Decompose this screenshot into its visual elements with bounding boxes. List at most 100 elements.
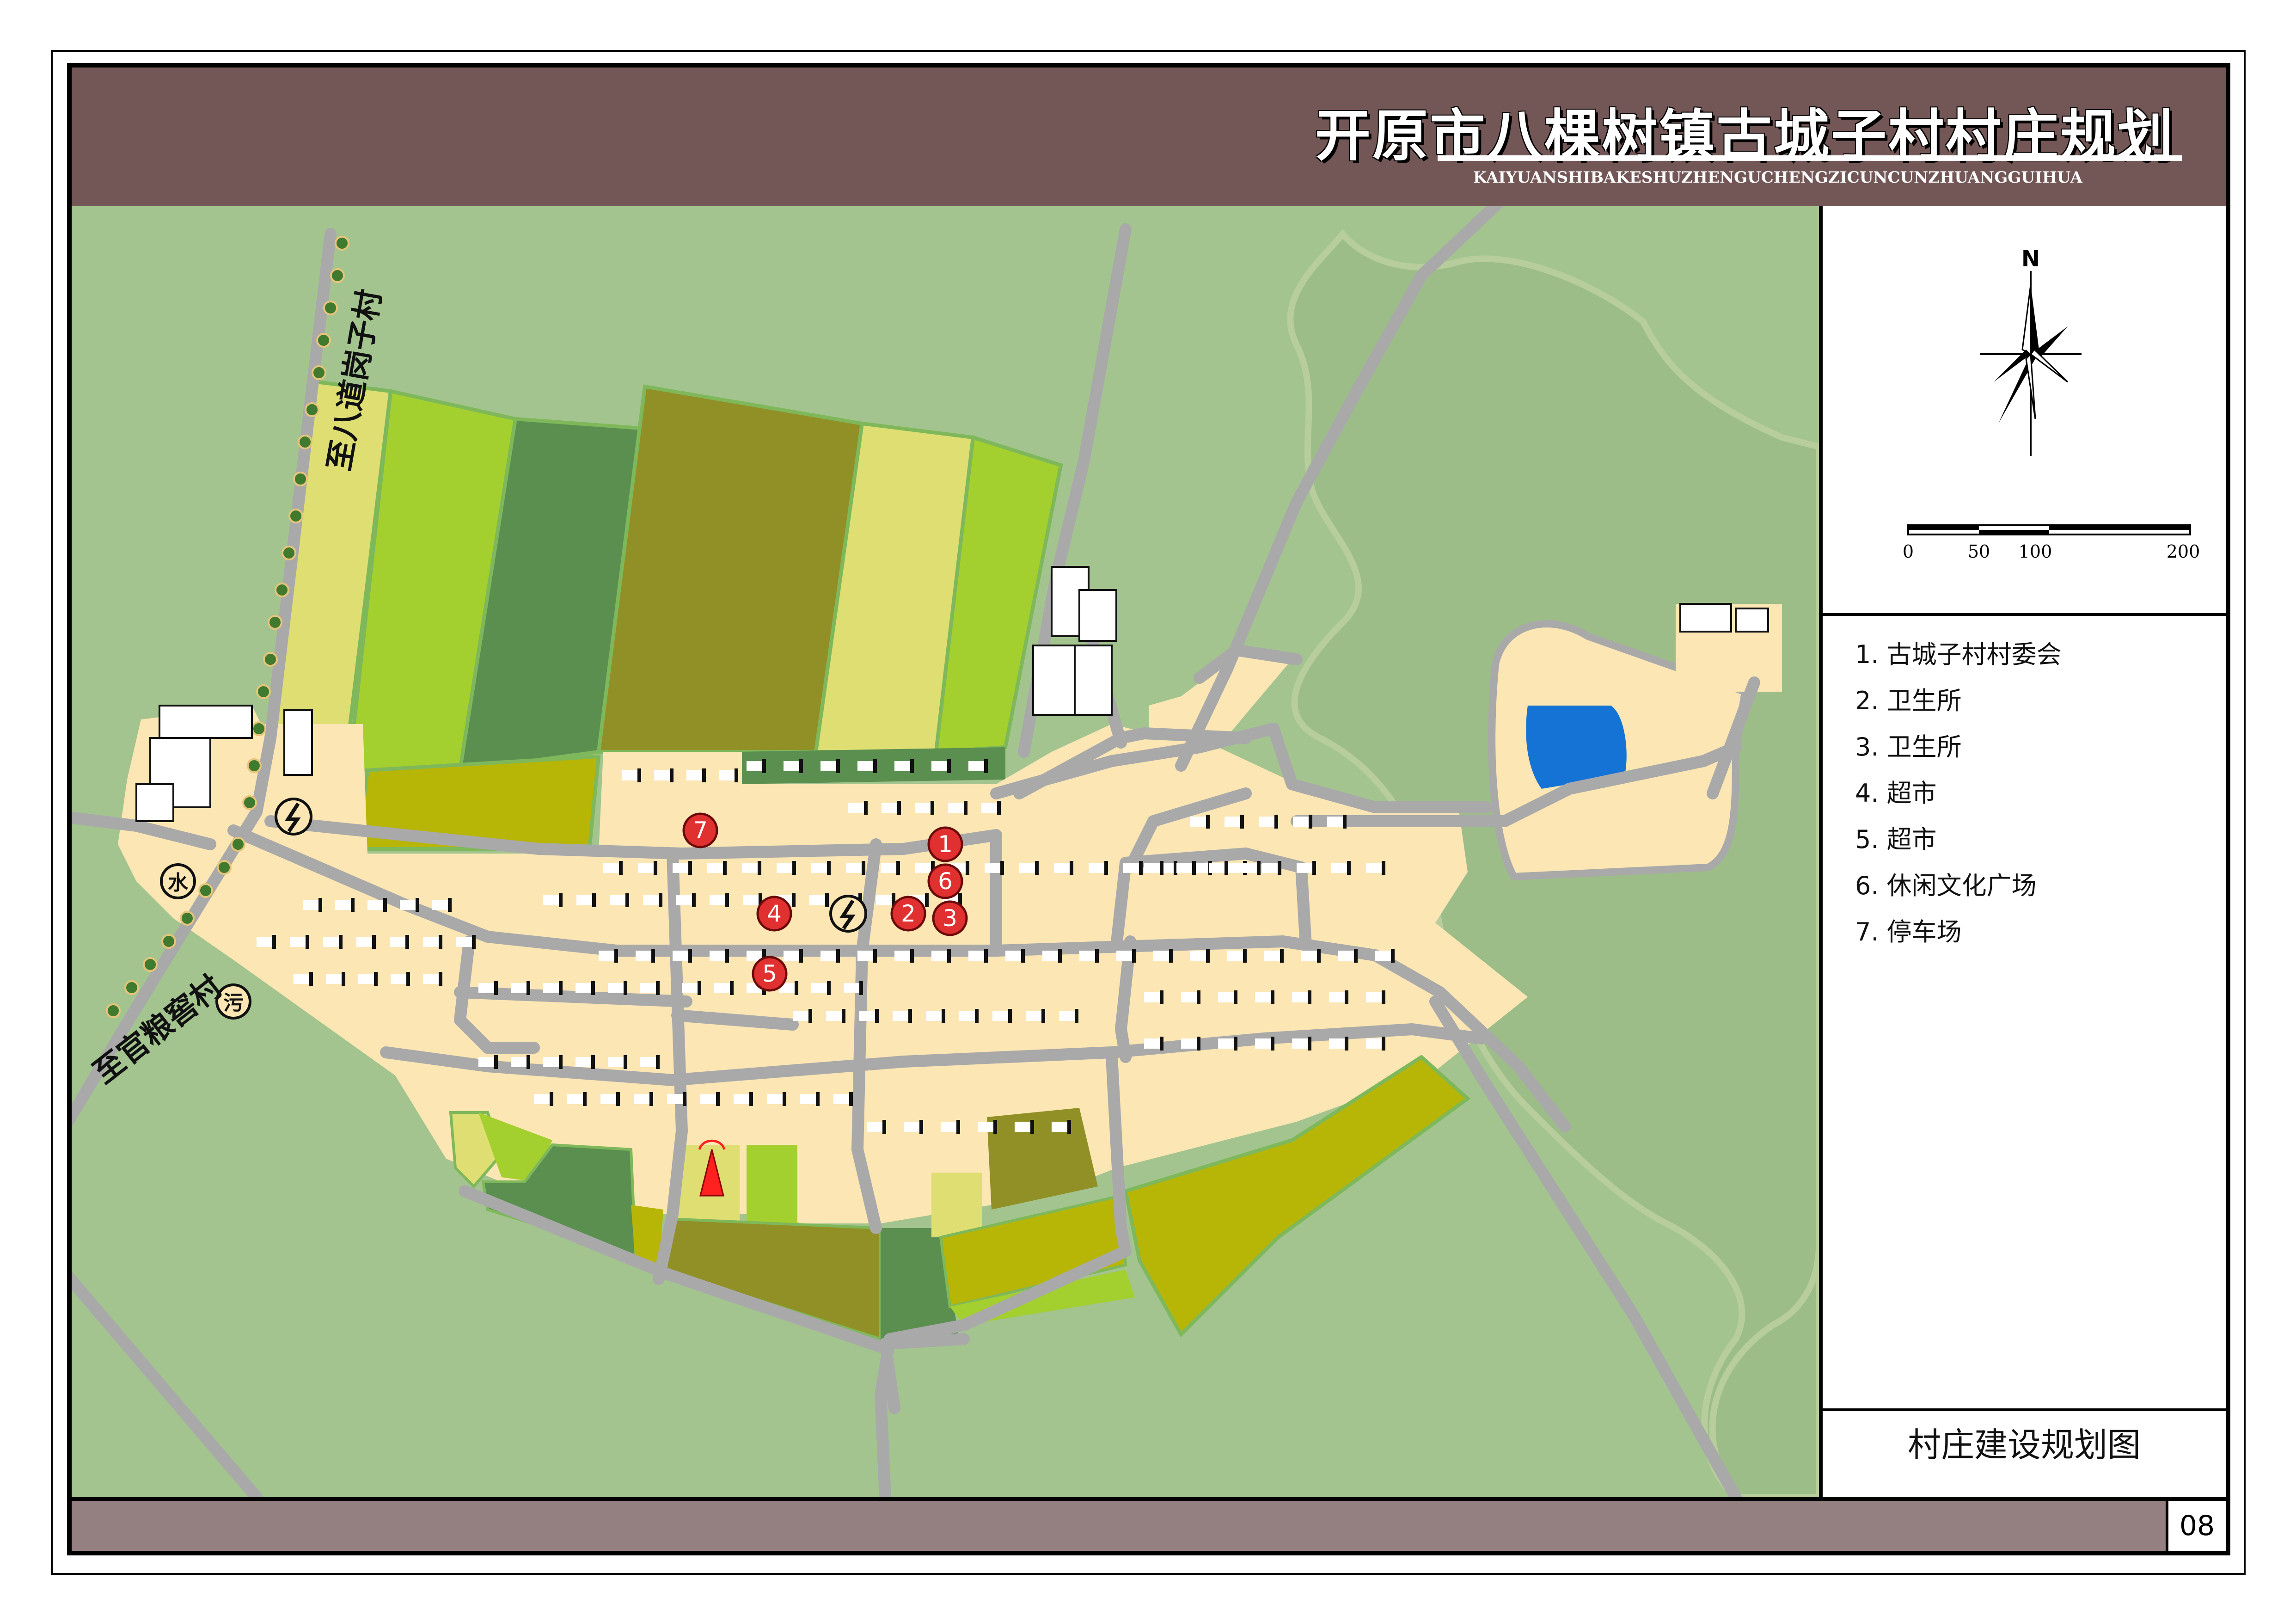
house-shadow bbox=[1343, 815, 1347, 829]
house-shadow bbox=[1021, 949, 1025, 963]
legend-item: 3. 卫生所 bbox=[1855, 732, 1962, 762]
title-underline bbox=[1438, 155, 2182, 161]
house-shadow bbox=[859, 981, 863, 995]
legend-item: 2. 卫生所 bbox=[1855, 686, 1962, 715]
house-shadow bbox=[416, 898, 419, 912]
house-shadow bbox=[550, 1092, 553, 1106]
house-shadow bbox=[439, 972, 442, 986]
house-shadow bbox=[762, 759, 766, 773]
house-shadow bbox=[698, 981, 701, 995]
house-shadow bbox=[306, 935, 309, 949]
house-shadow bbox=[827, 861, 831, 875]
legend-item: 5. 超市 bbox=[1855, 825, 1937, 854]
house-shadow bbox=[527, 1055, 530, 1069]
house-shadow bbox=[1206, 815, 1210, 829]
north-arrow-icon: N bbox=[1980, 246, 2082, 456]
house-shadow bbox=[527, 981, 530, 995]
house-shadow bbox=[827, 981, 831, 995]
house-shadow bbox=[318, 898, 322, 912]
house-shadow bbox=[931, 801, 934, 815]
house-shadow bbox=[1308, 990, 1311, 1004]
house-shadow bbox=[947, 949, 951, 963]
house-shadow bbox=[1075, 1009, 1078, 1023]
house-shadow bbox=[919, 1120, 923, 1134]
legend-item: 6. 休闲文化广场 bbox=[1855, 871, 2037, 900]
house-shadow bbox=[1274, 815, 1278, 829]
house-shadow bbox=[725, 893, 729, 907]
house-shadow bbox=[494, 981, 498, 995]
house-shadow bbox=[688, 949, 692, 963]
house-shadow bbox=[656, 981, 660, 995]
house-shadow bbox=[1354, 949, 1358, 963]
house-shadow bbox=[614, 949, 618, 963]
house-shadow bbox=[659, 893, 662, 907]
house-shadow bbox=[758, 861, 761, 875]
house-shadow bbox=[873, 759, 877, 773]
house-shadow bbox=[1030, 1120, 1034, 1134]
house-shadow bbox=[1257, 861, 1261, 875]
house-shadow bbox=[1278, 861, 1281, 875]
house-shadow bbox=[625, 893, 629, 907]
sidebar-panel: N 0 50 100 200 1. 古城子村村委会 2. 卫生所 3. 卫生所 … bbox=[1819, 206, 2226, 1497]
house-shadow bbox=[882, 1120, 886, 1134]
house-shadow bbox=[816, 1092, 820, 1106]
house-shadow bbox=[656, 1055, 660, 1069]
page-subtitle: KAIYUANSHIBAKESHUZHENGUCHENGZICUNCUNZHUA… bbox=[1473, 168, 2082, 187]
house-shadow bbox=[272, 935, 276, 949]
house-shadow bbox=[825, 893, 829, 907]
house-shadow bbox=[439, 935, 442, 949]
legend-list: 1. 古城子村村委会 2. 卫生所 3. 卫生所 4. 超市 5. 超市 6. … bbox=[1855, 632, 2062, 955]
house-shadow bbox=[984, 759, 988, 773]
poi-marker-number: 6 bbox=[938, 868, 953, 895]
house-shadow bbox=[1192, 861, 1196, 875]
house-shadow bbox=[964, 801, 967, 815]
house-shadow bbox=[637, 768, 641, 782]
house-shadow bbox=[792, 861, 796, 875]
house-shadow bbox=[1345, 1037, 1348, 1051]
poi-marker-number: 1 bbox=[938, 831, 953, 858]
house-shadow bbox=[808, 1009, 812, 1023]
house-shadow bbox=[1347, 861, 1351, 875]
house-shadow bbox=[1160, 990, 1163, 1004]
house-shadow bbox=[1280, 949, 1284, 963]
house-shadow bbox=[966, 861, 969, 875]
house-shadow bbox=[649, 1092, 653, 1106]
house-shadow bbox=[783, 1092, 786, 1106]
house-shadow bbox=[873, 949, 877, 963]
house-shadow bbox=[1243, 949, 1247, 963]
house-shadow bbox=[896, 861, 900, 875]
house-shadow bbox=[1308, 1037, 1311, 1051]
house-shadow bbox=[725, 949, 729, 963]
house-shadow bbox=[654, 861, 657, 875]
house-shadow bbox=[702, 768, 706, 782]
page-number: 08 bbox=[2166, 1501, 2226, 1551]
house-shadow bbox=[374, 972, 378, 986]
house-shadow bbox=[1104, 861, 1108, 875]
water-plant-icon: 水 bbox=[160, 863, 196, 899]
house-shadow bbox=[1317, 949, 1321, 963]
poi-marker-number: 5 bbox=[762, 960, 777, 987]
house-shadow bbox=[1234, 990, 1237, 1004]
scale-label: 100 bbox=[2019, 541, 2052, 562]
house-shadow bbox=[1070, 861, 1073, 875]
house-shadow bbox=[1139, 861, 1143, 875]
house-shadow bbox=[342, 972, 345, 986]
house-shadow bbox=[559, 1055, 563, 1069]
legend-item: 7. 停车场 bbox=[1855, 917, 1962, 946]
house-shadow bbox=[984, 949, 988, 963]
house-shadow bbox=[799, 759, 803, 773]
house-shadow bbox=[836, 759, 840, 773]
legend-item: 1. 古城子村村委会 bbox=[1855, 640, 2062, 669]
house-shadow bbox=[624, 981, 627, 995]
map-canvas[interactable]: 水 污 至八道岗子村 至官粮窖村 1234567 bbox=[72, 206, 1819, 1497]
field-pale bbox=[931, 1173, 982, 1237]
house-shadow bbox=[339, 935, 343, 949]
sidebar-divider bbox=[1823, 613, 2226, 616]
house-shadow bbox=[910, 949, 914, 963]
poi-marker-number: 2 bbox=[901, 900, 916, 927]
house-shadow bbox=[1160, 1037, 1163, 1051]
house-shadow bbox=[692, 893, 696, 907]
house-shadow bbox=[591, 1055, 595, 1069]
house-shadow bbox=[1312, 861, 1316, 875]
house-shadow bbox=[670, 768, 673, 782]
